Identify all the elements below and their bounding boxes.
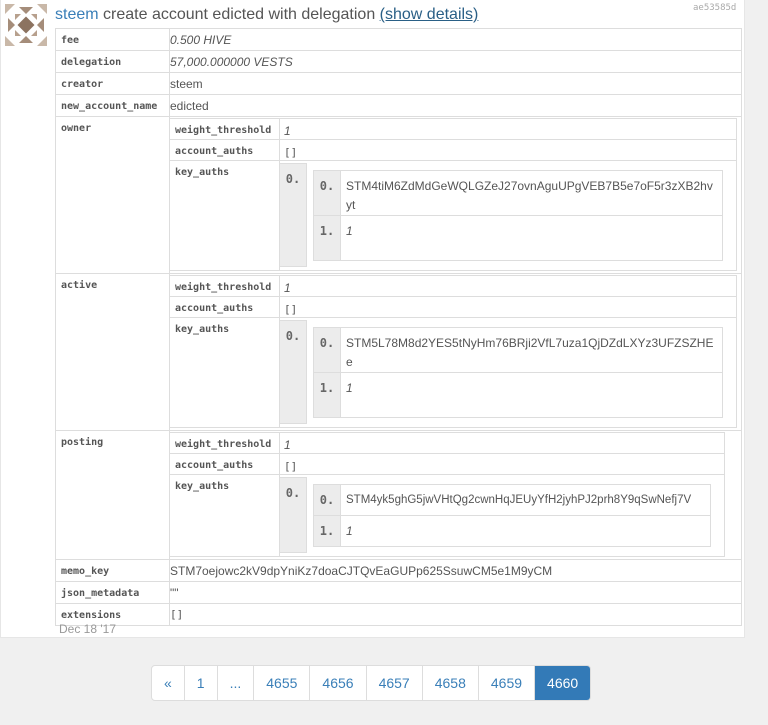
entry-index: 0. — [313, 169, 341, 216]
operation-header: steem create account edicted with delega… — [55, 6, 478, 24]
pagination-prev[interactable]: « — [152, 666, 184, 700]
creator-value: steem — [170, 77, 203, 91]
delegation-row: delegation 57,000.000000 VESTS — [55, 50, 742, 73]
fee-key: fee — [55, 28, 170, 51]
key-weight-value: 1 — [346, 223, 353, 238]
array-index: 0. — [279, 320, 307, 424]
posting-authority-table: weight_threshold 1 account_auths [] key_… — [169, 432, 725, 557]
active-authority-table: weight_threshold 1 account_auths [] key_… — [169, 275, 737, 428]
pagination-page[interactable]: 4655 — [253, 666, 309, 700]
array-index: 0. — [279, 163, 307, 267]
account-auths-key: account_auths — [169, 296, 280, 318]
operation-date: Dec 18 '17 — [59, 622, 116, 636]
weight-threshold-value: 1 — [284, 124, 291, 138]
posting-key: posting — [55, 430, 170, 560]
key-weight-value: 1 — [346, 523, 353, 538]
creator-key: creator — [55, 72, 170, 95]
weight-threshold-key: weight_threshold — [169, 118, 280, 140]
operation-card: steem create account edicted with delega… — [0, 0, 745, 638]
new-account-name-value: edicted — [170, 99, 209, 113]
json-metadata-value: "" — [170, 586, 179, 600]
key-auth-entry: 0. STM4yk5ghG5jwVHtQg2cwnHqJEUyYfH2jyhPJ… — [313, 483, 711, 547]
memo-key-key: memo_key — [55, 559, 170, 582]
posting-row: posting weight_threshold 1 account_auths… — [55, 430, 742, 560]
public-key-value: STM4yk5ghG5jwVHtQg2cwnHqJEUyYfH2jyhPJ2pr… — [340, 483, 711, 516]
show-details-link[interactable]: (show details) — [380, 6, 479, 23]
pagination-page[interactable]: 4656 — [309, 666, 365, 700]
json-metadata-row: json_metadata "" — [55, 581, 742, 604]
creator-row: creator steem — [55, 72, 742, 95]
entry-index: 1. — [313, 514, 341, 547]
pagination-page[interactable]: 4657 — [365, 666, 422, 700]
pagination-page[interactable]: 4659 — [477, 666, 534, 700]
key-auth-entry: 0. STM5L78M8d2YES5tNyHm76BRji2VfL7uza1Qj… — [313, 326, 723, 418]
key-auth-entry: 0. STM4tiM6ZdMdGeWQLGZeJ27ovnAguUPgVEB7B… — [313, 169, 723, 261]
author-link[interactable]: steem — [55, 6, 99, 23]
active-key: active — [55, 273, 170, 431]
weight-threshold-key: weight_threshold — [169, 275, 280, 297]
key-weight-value: 1 — [346, 380, 353, 395]
key-auths-key: key_auths — [169, 317, 280, 428]
new-account-name-row: new_account_name edicted — [55, 94, 742, 117]
fee-row: fee 0.500 HIVE — [55, 28, 742, 51]
extensions-value: [] — [170, 608, 184, 621]
weight-threshold-value: 1 — [284, 438, 291, 452]
owner-row: owner weight_threshold 1 account_auths [… — [55, 116, 742, 274]
pagination-page[interactable]: 1 — [183, 666, 217, 700]
operation-details-table: fee 0.500 HIVE delegation 57,000.000000 … — [55, 28, 742, 626]
key-auths-key: key_auths — [169, 160, 280, 271]
json-metadata-key: json_metadata — [55, 581, 170, 604]
owner-authority-table: weight_threshold 1 account_auths [] key_… — [169, 118, 737, 271]
array-index: 0. — [279, 477, 307, 553]
weight-threshold-value: 1 — [284, 281, 291, 295]
key-auths-array: 0. 0. STM5L78M8d2YES5tNyHm76BRji2VfL7uza… — [279, 320, 728, 424]
fee-value: 0.500 HIVE — [170, 33, 232, 47]
pagination: « 1 ... 4655 4656 4657 4658 4659 4660 — [151, 665, 592, 701]
key-auths-array: 0. 0. STM4tiM6ZdMdGeWQLGZeJ27ovnAguUPgVE… — [279, 163, 728, 267]
account-auths-value: [] — [284, 303, 298, 316]
pagination-page-active[interactable]: 4660 — [534, 666, 591, 700]
public-key-value: STM5L78M8d2YES5tNyHm76BRji2VfL7uza1QjDZd… — [340, 326, 723, 373]
account-auths-value: [] — [284, 146, 298, 159]
public-key-value: STM4tiM6ZdMdGeWQLGZeJ27ovnAguUPgVEB7B5e7… — [340, 169, 723, 216]
operation-summary: create account edicted with delegation — [103, 6, 376, 23]
weight-threshold-key: weight_threshold — [169, 432, 280, 454]
owner-key: owner — [55, 116, 170, 274]
entry-index: 1. — [313, 214, 341, 261]
pagination-page[interactable]: 4658 — [421, 666, 478, 700]
account-auths-value: [] — [284, 460, 298, 473]
active-row: active weight_threshold 1 account_auths … — [55, 273, 742, 431]
entry-index: 0. — [313, 483, 341, 516]
key-auths-key: key_auths — [169, 474, 280, 557]
extensions-row: extensions [] — [55, 603, 742, 626]
key-auths-array: 0. 0. STM4yk5ghG5jwVHtQg2cwnHqJEUyYfH2jy… — [279, 477, 716, 553]
account-auths-key: account_auths — [169, 139, 280, 161]
entry-index: 0. — [313, 326, 341, 373]
transaction-id-link[interactable]: ae53585d — [693, 3, 736, 13]
entry-index: 1. — [313, 371, 341, 418]
delegation-value: 57,000.000000 VESTS — [170, 55, 293, 69]
account-auths-key: account_auths — [169, 453, 280, 475]
identicon-avatar[interactable] — [5, 4, 47, 46]
memo-key-row: memo_key STM7oejowc2kV9dpYniKz7doaCJTQvE… — [55, 559, 742, 582]
pagination-ellipsis[interactable]: ... — [216, 666, 254, 700]
memo-key-value: STM7oejowc2kV9dpYniKz7doaCJTQvEaGUPp625S… — [170, 564, 553, 578]
new-account-name-key: new_account_name — [55, 94, 170, 117]
delegation-key: delegation — [55, 50, 170, 73]
